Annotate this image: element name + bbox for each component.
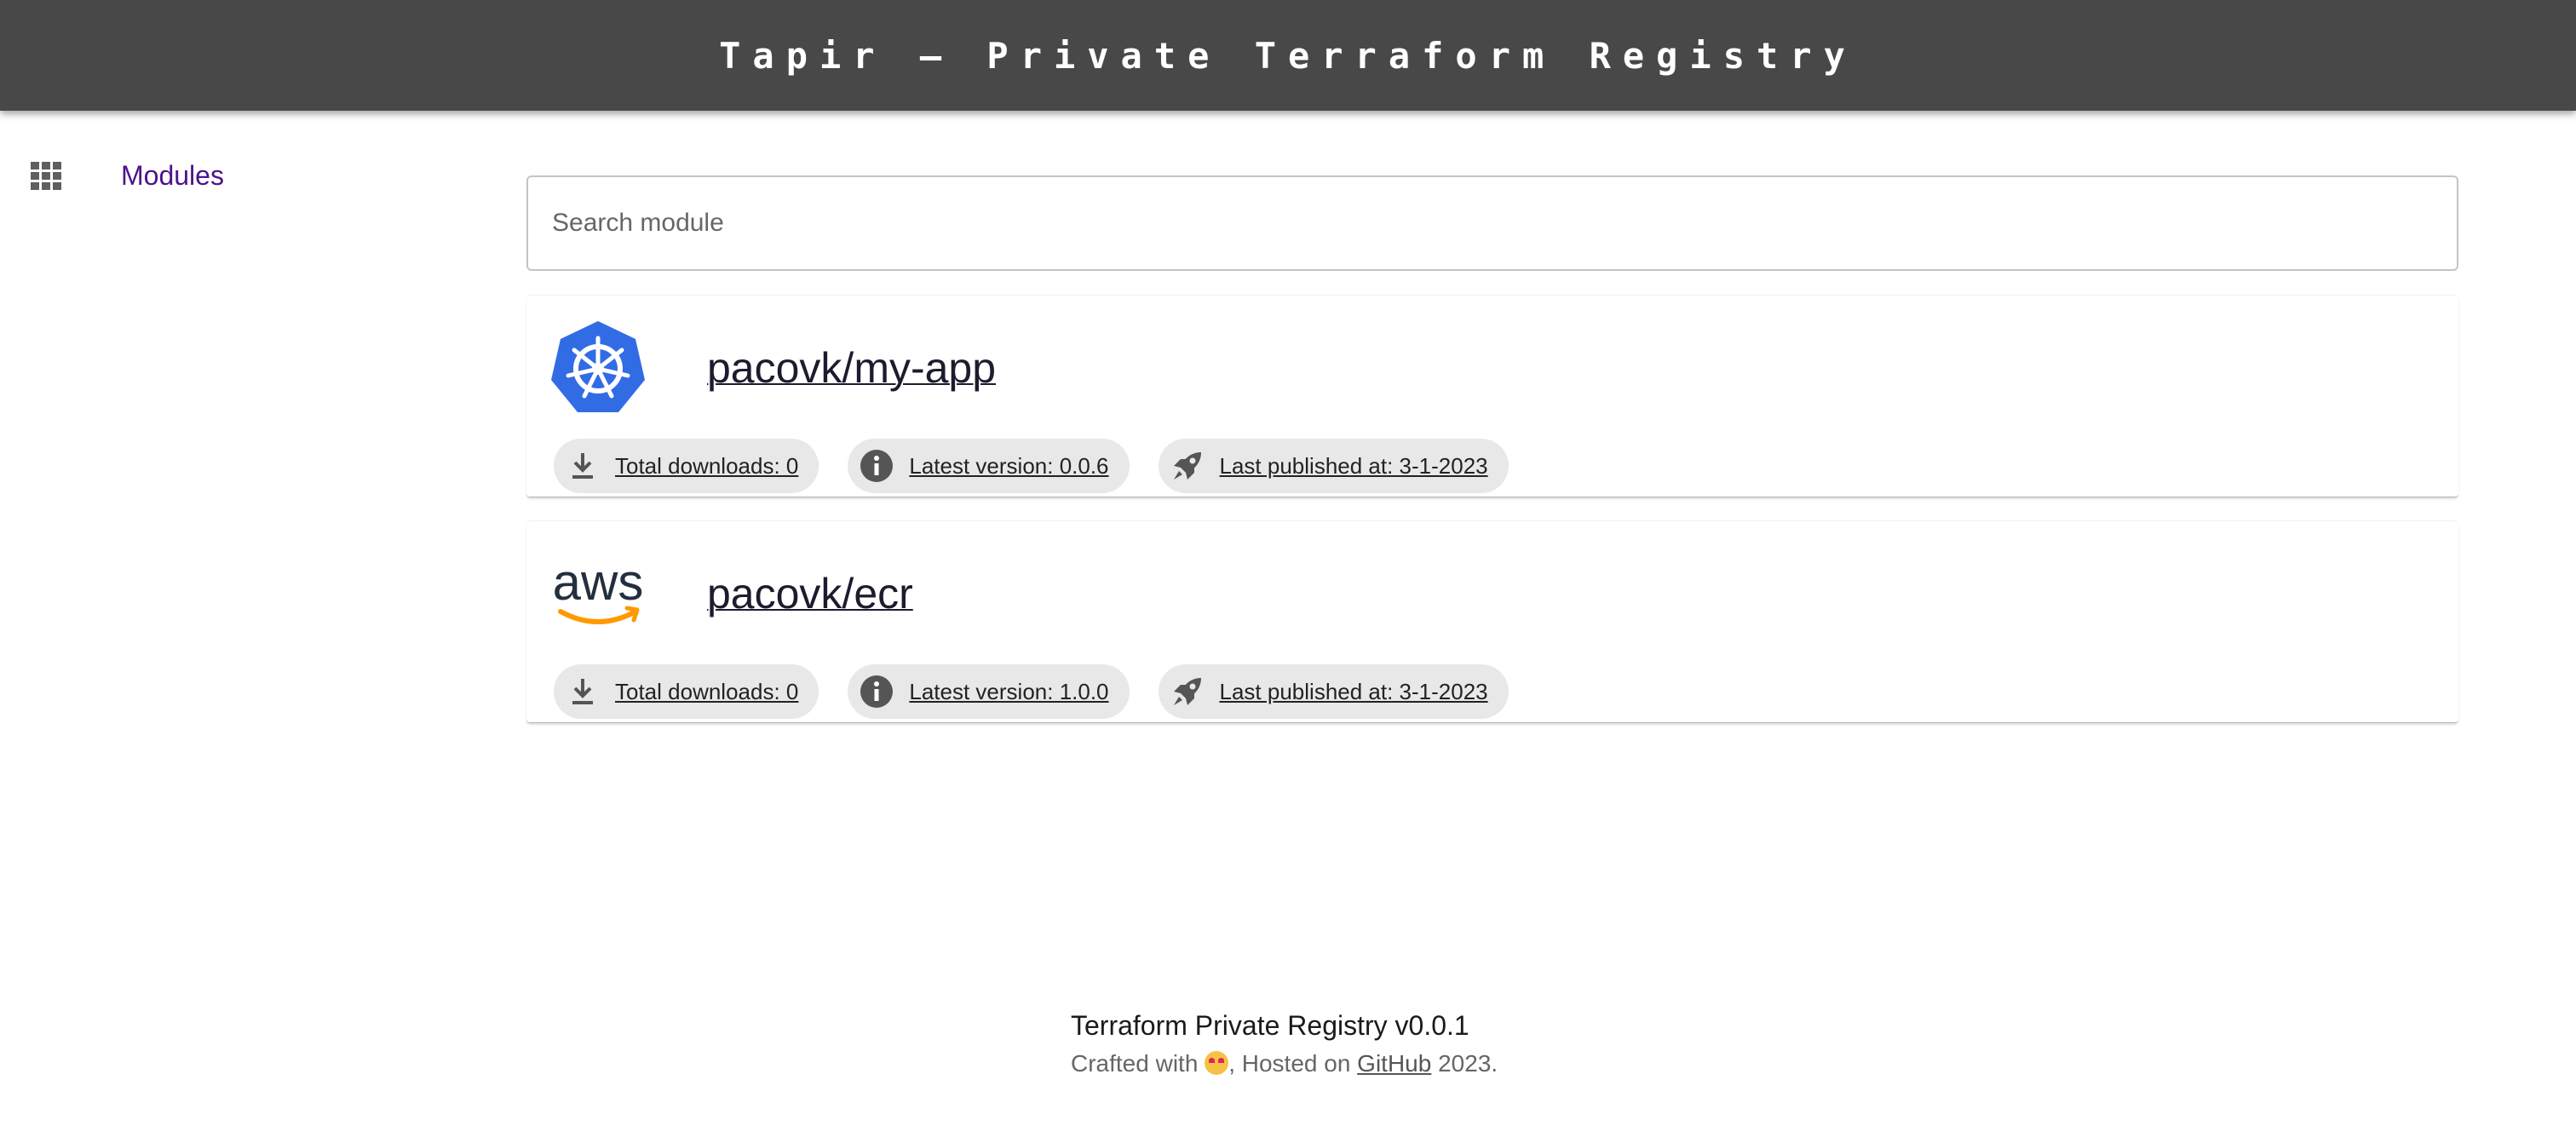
main-content: pacovk/my-app Total downloads: 0: [526, 175, 2458, 722]
version-chip[interactable]: Latest version: 1.0.0: [848, 664, 1130, 719]
footer-version: Terraform Private Registry v0.0.1: [1071, 1010, 1469, 1041]
grid-icon: [31, 162, 61, 190]
footer-credits: Crafted with , Hosted on GitHub 2023.: [1071, 1050, 1498, 1077]
svg-text:aws: aws: [553, 554, 644, 611]
info-icon: [860, 675, 894, 709]
footer: Terraform Private Registry v0.0.1 Crafte…: [1071, 1010, 1498, 1077]
module-title-link[interactable]: pacovk/ecr: [707, 569, 913, 618]
crafted-with-text: Crafted with: [1071, 1050, 1199, 1077]
downloads-text: Total downloads: 0: [615, 452, 799, 479]
version-text: Latest version: 1.0.0: [909, 678, 1109, 704]
module-stats: Total downloads: 0 Latest version: 1.0.0: [554, 664, 1509, 719]
rocket-icon: [1170, 675, 1205, 709]
published-chip[interactable]: Last published at: 3-1-2023: [1158, 439, 1509, 493]
sidebar: Modules: [0, 111, 477, 1143]
app-header: Tapir – Private Terraform Registry: [0, 0, 2576, 111]
hosted-on-text: , Hosted on: [1228, 1050, 1351, 1077]
downloads-chip[interactable]: Total downloads: 0: [554, 664, 819, 719]
sidebar-item-label: Modules: [121, 159, 224, 191]
module-stats: Total downloads: 0 Latest version: 0.0.6: [554, 439, 1509, 493]
published-text: Last published at: 3-1-2023: [1219, 678, 1488, 704]
published-chip[interactable]: Last published at: 3-1-2023: [1158, 664, 1509, 719]
search-input[interactable]: [526, 175, 2458, 271]
version-chip[interactable]: Latest version: 0.0.6: [848, 439, 1130, 493]
github-link[interactable]: GitHub: [1357, 1050, 1431, 1077]
version-text: Latest version: 0.0.6: [909, 452, 1109, 479]
downloads-chip[interactable]: Total downloads: 0: [554, 439, 819, 493]
module-card: pacovk/my-app Total downloads: 0 Latest …: [526, 295, 2458, 497]
kubernetes-logo: [551, 321, 645, 412]
published-text: Last published at: 3-1-2023: [1219, 452, 1488, 479]
module-title-link[interactable]: pacovk/my-app: [707, 343, 996, 393]
downloads-text: Total downloads: 0: [615, 678, 799, 704]
module-card: aws pacovk/ecr Total downloads: 0 Latest…: [526, 520, 2458, 722]
rocket-icon: [1170, 449, 1205, 483]
aws-logo: aws: [553, 554, 644, 624]
download-icon: [566, 675, 600, 709]
download-icon: [566, 449, 600, 483]
sidebar-item-modules[interactable]: Modules: [31, 150, 224, 201]
footer-year: 2023.: [1438, 1050, 1498, 1077]
app-title: Tapir – Private Terraform Registry: [719, 34, 1857, 77]
heart-eyes-emoji-icon: [1205, 1051, 1229, 1075]
info-icon: [860, 449, 894, 483]
